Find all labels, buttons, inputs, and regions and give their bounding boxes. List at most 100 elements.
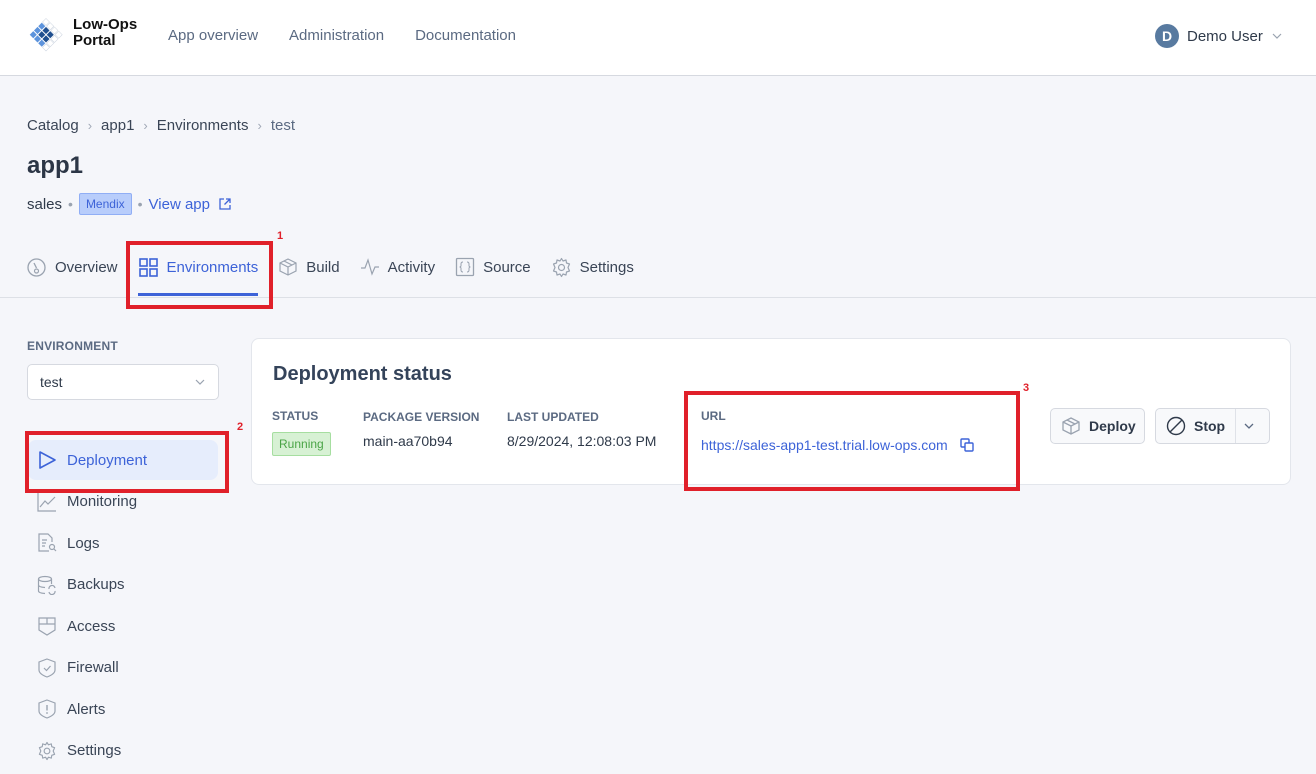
stop-button[interactable]: Stop	[1156, 409, 1225, 443]
gear-icon	[552, 257, 570, 277]
tab-build[interactable]: Build	[278, 254, 340, 280]
tabs-divider	[0, 297, 1316, 298]
tab-label: Source	[483, 258, 531, 276]
last-updated-value: 8/29/2024, 12:08:03 PM	[507, 433, 657, 449]
separator-dot: •	[68, 196, 73, 212]
page-title: app1	[27, 152, 84, 179]
sidebar-item-label: Alerts	[67, 700, 106, 718]
breadcrumb-environments[interactable]: Environments	[157, 117, 249, 134]
status-field: STATUS Running	[272, 409, 331, 456]
app-tabs: Overview Environments Build Activity Sou…	[26, 254, 634, 296]
deploy-button[interactable]: Deploy	[1050, 408, 1145, 444]
breadcrumb-app[interactable]: app1	[101, 117, 134, 134]
sidebar-item-alerts[interactable]: Alerts	[28, 689, 218, 729]
deployment-status-card: Deployment status STATUS Running PACKAGE…	[251, 338, 1291, 485]
sidebar-item-label: Monitoring	[67, 493, 138, 510]
card-title: Deployment status	[273, 363, 452, 385]
annotation-number-1: 1	[277, 230, 284, 242]
gauge-icon	[27, 257, 46, 277]
sidebar-item-label: Firewall	[67, 659, 119, 676]
file-search-icon	[38, 533, 57, 552]
brand-line-1: Low-Ops	[73, 16, 138, 33]
sidebar-item-monitoring[interactable]: Monitoring	[28, 482, 218, 522]
database-refresh-icon	[37, 575, 56, 595]
tab-settings[interactable]: Settings	[551, 254, 634, 280]
sidebar-item-label: Access	[67, 617, 116, 635]
deploy-label: Deploy	[1089, 418, 1136, 434]
platform-badge: Mendix	[78, 193, 132, 215]
environment-select[interactable]: test	[27, 364, 219, 400]
view-app-link[interactable]: View app	[149, 196, 232, 213]
sidebar-item-label: Deployment	[67, 451, 148, 469]
app-url-link[interactable]: https://sales-app1-test.trial.low-ops.co…	[701, 437, 948, 453]
stop-button-group: Stop	[1155, 408, 1270, 444]
environment-side-nav: Deployment Monitoring Logs Backups Acces…	[28, 440, 218, 772]
brand-name[interactable]: Low-Ops Portal	[73, 17, 137, 49]
chevron-down-icon	[1272, 33, 1282, 39]
tab-source[interactable]: Source	[455, 254, 531, 280]
copy-icon[interactable]	[959, 438, 974, 452]
chevron-down-icon	[195, 379, 205, 385]
separator-dot: •	[137, 196, 143, 212]
breadcrumb-current: test	[270, 117, 296, 134]
avatar: D	[1155, 24, 1179, 48]
nav-documentation[interactable]: Documentation	[415, 27, 516, 44]
annotation-number-2: 2	[237, 421, 244, 433]
top-nav: App overview Administration Documentatio…	[168, 27, 516, 44]
play-icon	[39, 451, 56, 469]
package-version-label: PACKAGE VERSION	[363, 410, 480, 424]
package-version-field: PACKAGE VERSION main-aa70b94	[363, 410, 479, 449]
sidebar-item-backups[interactable]: Backups	[28, 565, 218, 605]
tab-activity[interactable]: Activity	[360, 254, 435, 280]
environment-label: ENVIRONMENT	[27, 339, 118, 353]
tab-overview[interactable]: Overview	[26, 254, 118, 280]
user-name: Demo User	[1187, 27, 1263, 45]
external-link-icon	[219, 198, 231, 210]
user-menu[interactable]: D Demo User	[1155, 24, 1283, 48]
sidebar-item-settings[interactable]: Settings	[28, 731, 218, 771]
package-version-value: main-aa70b94	[363, 433, 453, 449]
chevron-right-icon: ›	[87, 118, 93, 133]
tab-environments[interactable]: Environments	[137, 254, 259, 296]
chevron-right-icon: ›	[257, 118, 262, 133]
braces-icon	[455, 257, 475, 277]
nav-administration[interactable]: Administration	[289, 27, 384, 44]
team-name: sales	[27, 195, 63, 213]
chevron-right-icon: ›	[143, 118, 148, 133]
stop-label: Stop	[1194, 418, 1226, 434]
breadcrumb: Catalog › app1 › Environments › test	[27, 117, 295, 134]
tab-label: Environments	[166, 258, 259, 276]
last-updated-field: LAST UPDATED 8/29/2024, 12:08:03 PM	[507, 410, 656, 449]
gear-icon	[38, 741, 56, 760]
stop-circle-icon	[1166, 416, 1186, 436]
chevron-down-icon	[1244, 423, 1254, 429]
breadcrumb-catalog[interactable]: Catalog	[27, 117, 79, 134]
status-badge: Running	[272, 432, 331, 456]
top-header: Low-Ops Portal App overview Administrati…	[0, 0, 1316, 76]
stop-options-dropdown[interactable]	[1236, 409, 1270, 443]
tab-label: Build	[306, 258, 340, 276]
view-app-label: View app	[148, 195, 210, 213]
sidebar-item-access[interactable]: Access	[28, 606, 218, 646]
app-meta: sales • Mendix • View app	[27, 193, 232, 215]
tab-label: Settings	[579, 258, 634, 276]
environment-selected: test	[40, 374, 63, 390]
brand-line-2: Portal	[73, 32, 116, 49]
activity-icon	[360, 258, 379, 276]
low-ops-logo[interactable]	[26, 14, 66, 54]
shield-alert-icon	[38, 699, 56, 719]
url-field: URL https://sales-app1-test.trial.low-op…	[701, 409, 974, 453]
shield-grid-icon	[38, 617, 56, 636]
nav-app-overview[interactable]: App overview	[168, 27, 258, 44]
url-label: URL	[701, 409, 726, 423]
sidebar-item-logs[interactable]: Logs	[28, 523, 218, 563]
shield-check-icon	[38, 657, 56, 678]
sidebar-item-deployment[interactable]: Deployment	[28, 440, 218, 480]
sidebar-item-label: Logs	[67, 534, 100, 552]
chart-line-icon	[37, 492, 56, 512]
grid-icon	[138, 257, 158, 277]
sidebar-item-firewall[interactable]: Firewall	[28, 648, 218, 688]
package-icon	[1062, 417, 1080, 435]
tab-label: Overview	[55, 258, 118, 276]
status-label: STATUS	[272, 409, 319, 423]
